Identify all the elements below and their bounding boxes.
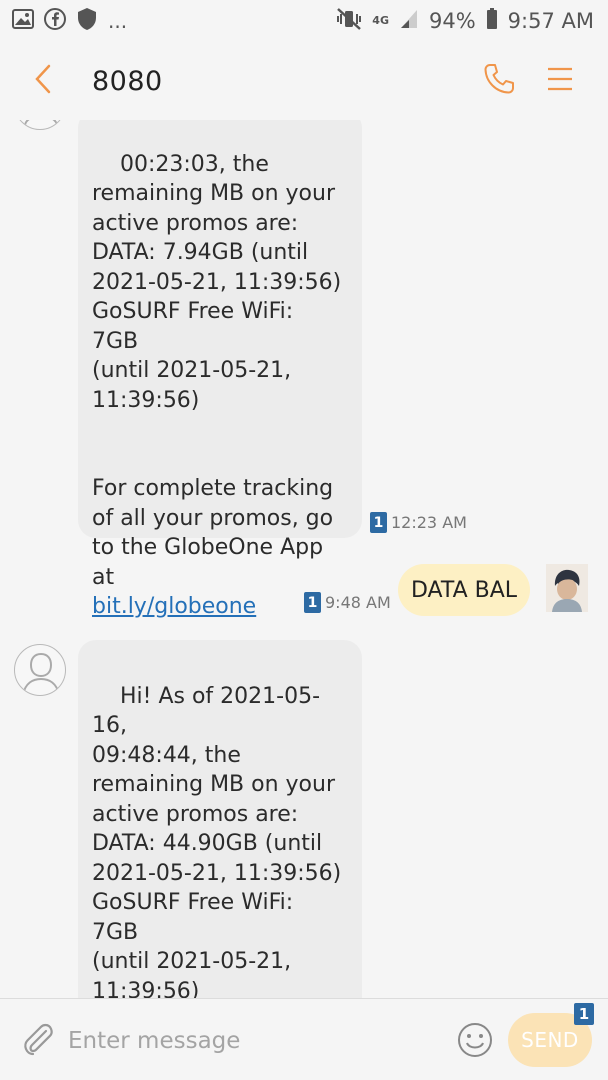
app-bar: 8080	[0, 42, 608, 120]
message-meta: 1 9:48 AM	[304, 592, 391, 613]
person-icon	[24, 120, 58, 126]
contact-avatar[interactable]	[14, 120, 66, 130]
status-time: 9:57 AM	[507, 9, 594, 33]
back-arrow-icon	[33, 64, 53, 98]
phone-icon	[484, 64, 514, 94]
composer-bar: SEND	[0, 998, 608, 1080]
menu-icon	[548, 67, 572, 91]
status-left: ...	[12, 7, 127, 36]
conversation-list[interactable]: 00:23:03, the remaining MB on your activ…	[0, 120, 608, 998]
incoming-message-bubble[interactable]: 00:23:03, the remaining MB on your activ…	[78, 120, 362, 619]
gallery-icon	[12, 8, 34, 34]
message-time: 9:48 AM	[325, 593, 391, 612]
shield-icon	[76, 7, 98, 36]
send-sim-badge: 1	[574, 1003, 594, 1025]
emoji-button[interactable]	[456, 1021, 494, 1059]
call-button[interactable]	[482, 62, 516, 100]
outgoing-message-bubble[interactable]: DATA BAL	[398, 564, 530, 616]
message-time: 12:23 AM	[391, 513, 467, 532]
attach-button[interactable]	[18, 1019, 58, 1059]
sim-badge: 1	[304, 592, 321, 613]
contact-avatar[interactable]	[14, 644, 66, 696]
status-bar: ... 4G 94% 9:57 AM	[0, 0, 608, 42]
network-type: 4G	[372, 14, 389, 27]
incoming-message-bubble[interactable]: Hi! As of 2021-05-16, 09:48:44, the rema…	[78, 640, 362, 998]
notification-more: ...	[108, 9, 128, 33]
user-avatar[interactable]	[546, 564, 588, 612]
network-type-label: 4G	[372, 14, 389, 27]
app-bar-actions	[482, 62, 590, 100]
menu-button[interactable]	[546, 65, 574, 97]
signal-icon	[399, 8, 419, 35]
status-right: 4G 94% 9:57 AM	[336, 7, 594, 35]
battery-icon	[486, 7, 498, 35]
person-icon	[22, 652, 60, 695]
send-label: SEND	[521, 1028, 579, 1052]
emoji-icon	[458, 1023, 492, 1057]
back-button[interactable]	[18, 56, 68, 106]
message-text: DATA BAL	[410, 577, 518, 603]
paperclip-icon	[24, 1023, 53, 1056]
conversation-title: 8080	[92, 65, 163, 97]
battery-percent: 94%	[428, 9, 476, 33]
message-link[interactable]: bit.ly/globeone	[92, 594, 256, 619]
facebook-icon	[44, 7, 66, 35]
sim-badge: 1	[370, 512, 387, 533]
user-photo-icon	[546, 564, 588, 612]
mute-vibrate-icon	[336, 7, 362, 35]
message-input[interactable]	[66, 1019, 440, 1063]
message-text: 00:23:03, the remaining MB on your activ…	[92, 151, 342, 590]
message-meta: 1 12:23 AM	[370, 512, 467, 533]
message-text: Hi! As of 2021-05-16, 09:48:44, the rema…	[92, 683, 342, 999]
